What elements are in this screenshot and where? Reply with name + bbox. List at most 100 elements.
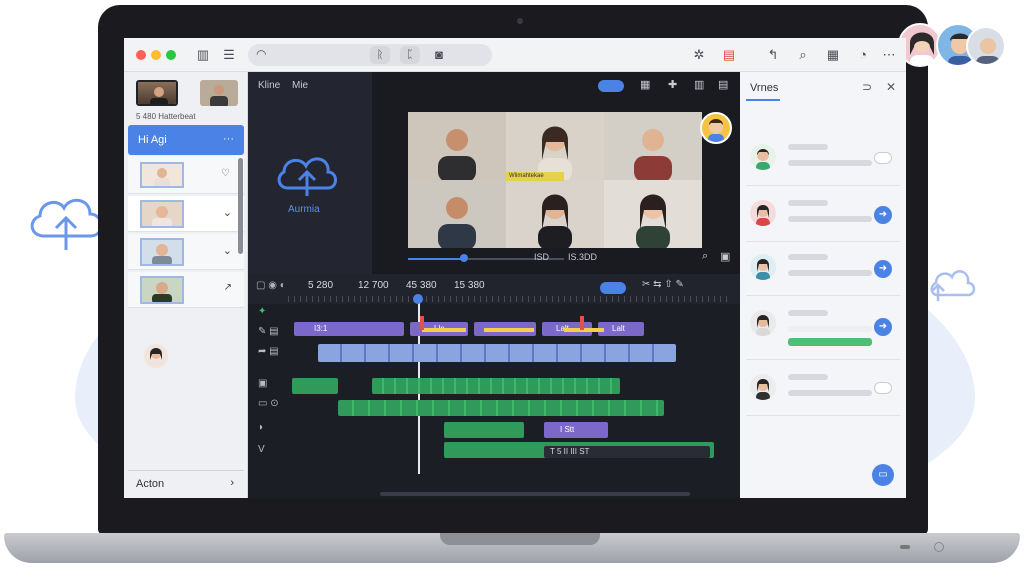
participant-avatar[interactable] (700, 112, 732, 144)
video-tile[interactable] (408, 180, 506, 250)
time-marker: 15 380 (454, 280, 485, 291)
puzzle-icon[interactable]: ✲ (690, 46, 708, 64)
participant-avatar[interactable] (966, 26, 1006, 66)
cloud-upload-icon (930, 270, 976, 301)
panel-icon[interactable]: ▤ (718, 78, 728, 91)
list-item[interactable]: ♡ (128, 156, 244, 194)
list-icon[interactable]: ☰ (220, 46, 238, 64)
send-icon[interactable]: ➜ (874, 318, 892, 336)
tab-mie[interactable]: Mie (292, 80, 308, 91)
list-item[interactable]: ⌄ (128, 196, 244, 232)
video-track[interactable] (318, 344, 676, 362)
scrollbar[interactable] (238, 158, 243, 254)
chevron-down-icon[interactable]: ⌄ (223, 206, 232, 219)
marker[interactable] (422, 328, 466, 332)
image-icon[interactable]: ▣ (258, 378, 267, 389)
list-item[interactable]: ↗ (128, 272, 244, 308)
send-icon[interactable]: ➜ (874, 260, 892, 278)
close-icon[interactable]: ✕ (886, 80, 896, 94)
timecode: ISD (534, 252, 550, 262)
close-button[interactable] (136, 50, 146, 60)
list-item[interactable]: ➜ (746, 188, 900, 242)
scissors-icon[interactable]: ✂ ⇆ ⇧ ✎ (642, 279, 684, 290)
share-icon[interactable]: ↗ (224, 282, 232, 293)
sidebar-item-active[interactable]: Hi Agi ··· (128, 125, 244, 155)
video-thumbnail[interactable] (136, 80, 178, 106)
title-clip[interactable]: I3:1 (294, 322, 404, 336)
video-tile[interactable] (506, 180, 604, 250)
video-thumbnail[interactable] (200, 80, 238, 106)
list-item[interactable]: ➜ (746, 242, 900, 296)
sparkle-icon[interactable]: ✦ (258, 306, 266, 317)
audio-icon[interactable]: ◗ (258, 422, 264, 433)
video-tile[interactable] (506, 112, 604, 182)
record-icon[interactable]: ▢ ◉ ◐ (256, 280, 286, 291)
cut-marker[interactable] (420, 316, 424, 330)
chevron-down-icon[interactable]: ⌄ (223, 244, 232, 257)
more-icon[interactable]: ··· (223, 133, 234, 145)
layout-icon[interactable]: ▥ (694, 78, 704, 91)
tab-indicator (746, 99, 780, 101)
video-tile[interactable] (604, 112, 702, 182)
avatar[interactable] (144, 344, 168, 368)
more-icon[interactable]: ⋯ (880, 46, 898, 64)
upload-label[interactable]: Aurmia (288, 204, 320, 215)
list-item[interactable] (746, 132, 900, 186)
heart-icon[interactable]: ♡ (221, 168, 230, 179)
chevron-right-icon: › (230, 477, 234, 489)
playhead-handle[interactable] (413, 294, 423, 304)
document-icon[interactable]: ▦ (824, 46, 842, 64)
edit-icon[interactable]: ✎ ▤ (258, 326, 279, 337)
placeholder-line (788, 144, 828, 150)
send-icon[interactable]: ➜ (874, 206, 892, 224)
caption-clip[interactable]: I Stt (544, 422, 608, 438)
chat-button[interactable]: ▭ (872, 464, 894, 486)
cloud-upload-icon[interactable] (274, 144, 340, 202)
list-item[interactable] (746, 362, 900, 416)
title-clip[interactable]: Lalt (598, 322, 644, 336)
title-bar: ▥ ☰ ◠ ᚱ ᛈ ◙ ✲ ▤ ↰ ⌕ ▦ ◔ ⋯ (124, 38, 906, 72)
audio-clip[interactable] (338, 400, 664, 416)
marker[interactable] (484, 328, 534, 332)
audio-clip[interactable] (372, 378, 620, 394)
toggle-icon[interactable] (874, 382, 892, 394)
video-tile[interactable] (408, 112, 506, 182)
list-item[interactable]: ➜ (746, 298, 900, 360)
translate-button[interactable]: ᚱ (370, 46, 390, 64)
split-view-button[interactable]: ᛈ (400, 46, 420, 64)
minimize-button[interactable] (151, 50, 161, 60)
audio-clip[interactable] (444, 422, 524, 438)
camera-icon[interactable]: ▭ ⊙ (258, 398, 279, 409)
grid-icon[interactable]: ▦ (640, 78, 650, 91)
audio-clip[interactable] (292, 378, 338, 394)
avatar (750, 144, 776, 170)
actions-footer[interactable]: Acton › (128, 470, 244, 494)
list-item[interactable]: ⌄ (128, 234, 244, 270)
subtitle-clip[interactable]: T 5 II III ST (544, 446, 710, 458)
toggle-switch[interactable] (598, 80, 624, 92)
clip-label: I3:1 (314, 324, 328, 333)
collapse-icon[interactable]: ⊃ (862, 80, 872, 94)
search-icon[interactable]: ⌕ (794, 46, 812, 64)
video-tile[interactable] (604, 180, 702, 250)
playback-handle[interactable] (460, 254, 468, 262)
cut-marker[interactable] (580, 316, 584, 330)
sidebar-icon[interactable]: ▥ (194, 46, 212, 64)
clip-label: I Stt (560, 425, 575, 434)
pie-chart-icon[interactable]: ◔ (854, 46, 872, 64)
plus-icon[interactable]: ✚ (668, 78, 677, 91)
chart-icon[interactable]: ▤ (720, 46, 738, 64)
horizontal-scrollbar[interactable] (380, 492, 690, 496)
camera-icon[interactable]: ◙ (430, 46, 448, 64)
maximize-button[interactable] (166, 50, 176, 60)
snap-toggle[interactable] (600, 282, 626, 294)
marker[interactable] (564, 328, 604, 332)
back-icon[interactable]: ↰ (764, 46, 782, 64)
photo-icon[interactable]: ▣ (720, 250, 730, 263)
search-icon[interactable]: ⌕ (702, 250, 708, 263)
share-icon[interactable]: ➦ ▤ (258, 346, 279, 357)
media-panel: Kline Mie Aurmia (248, 72, 372, 274)
toggle-icon[interactable] (874, 152, 892, 164)
tab-kline[interactable]: Kline (258, 80, 280, 91)
vibrate-icon[interactable]: V (258, 444, 265, 455)
